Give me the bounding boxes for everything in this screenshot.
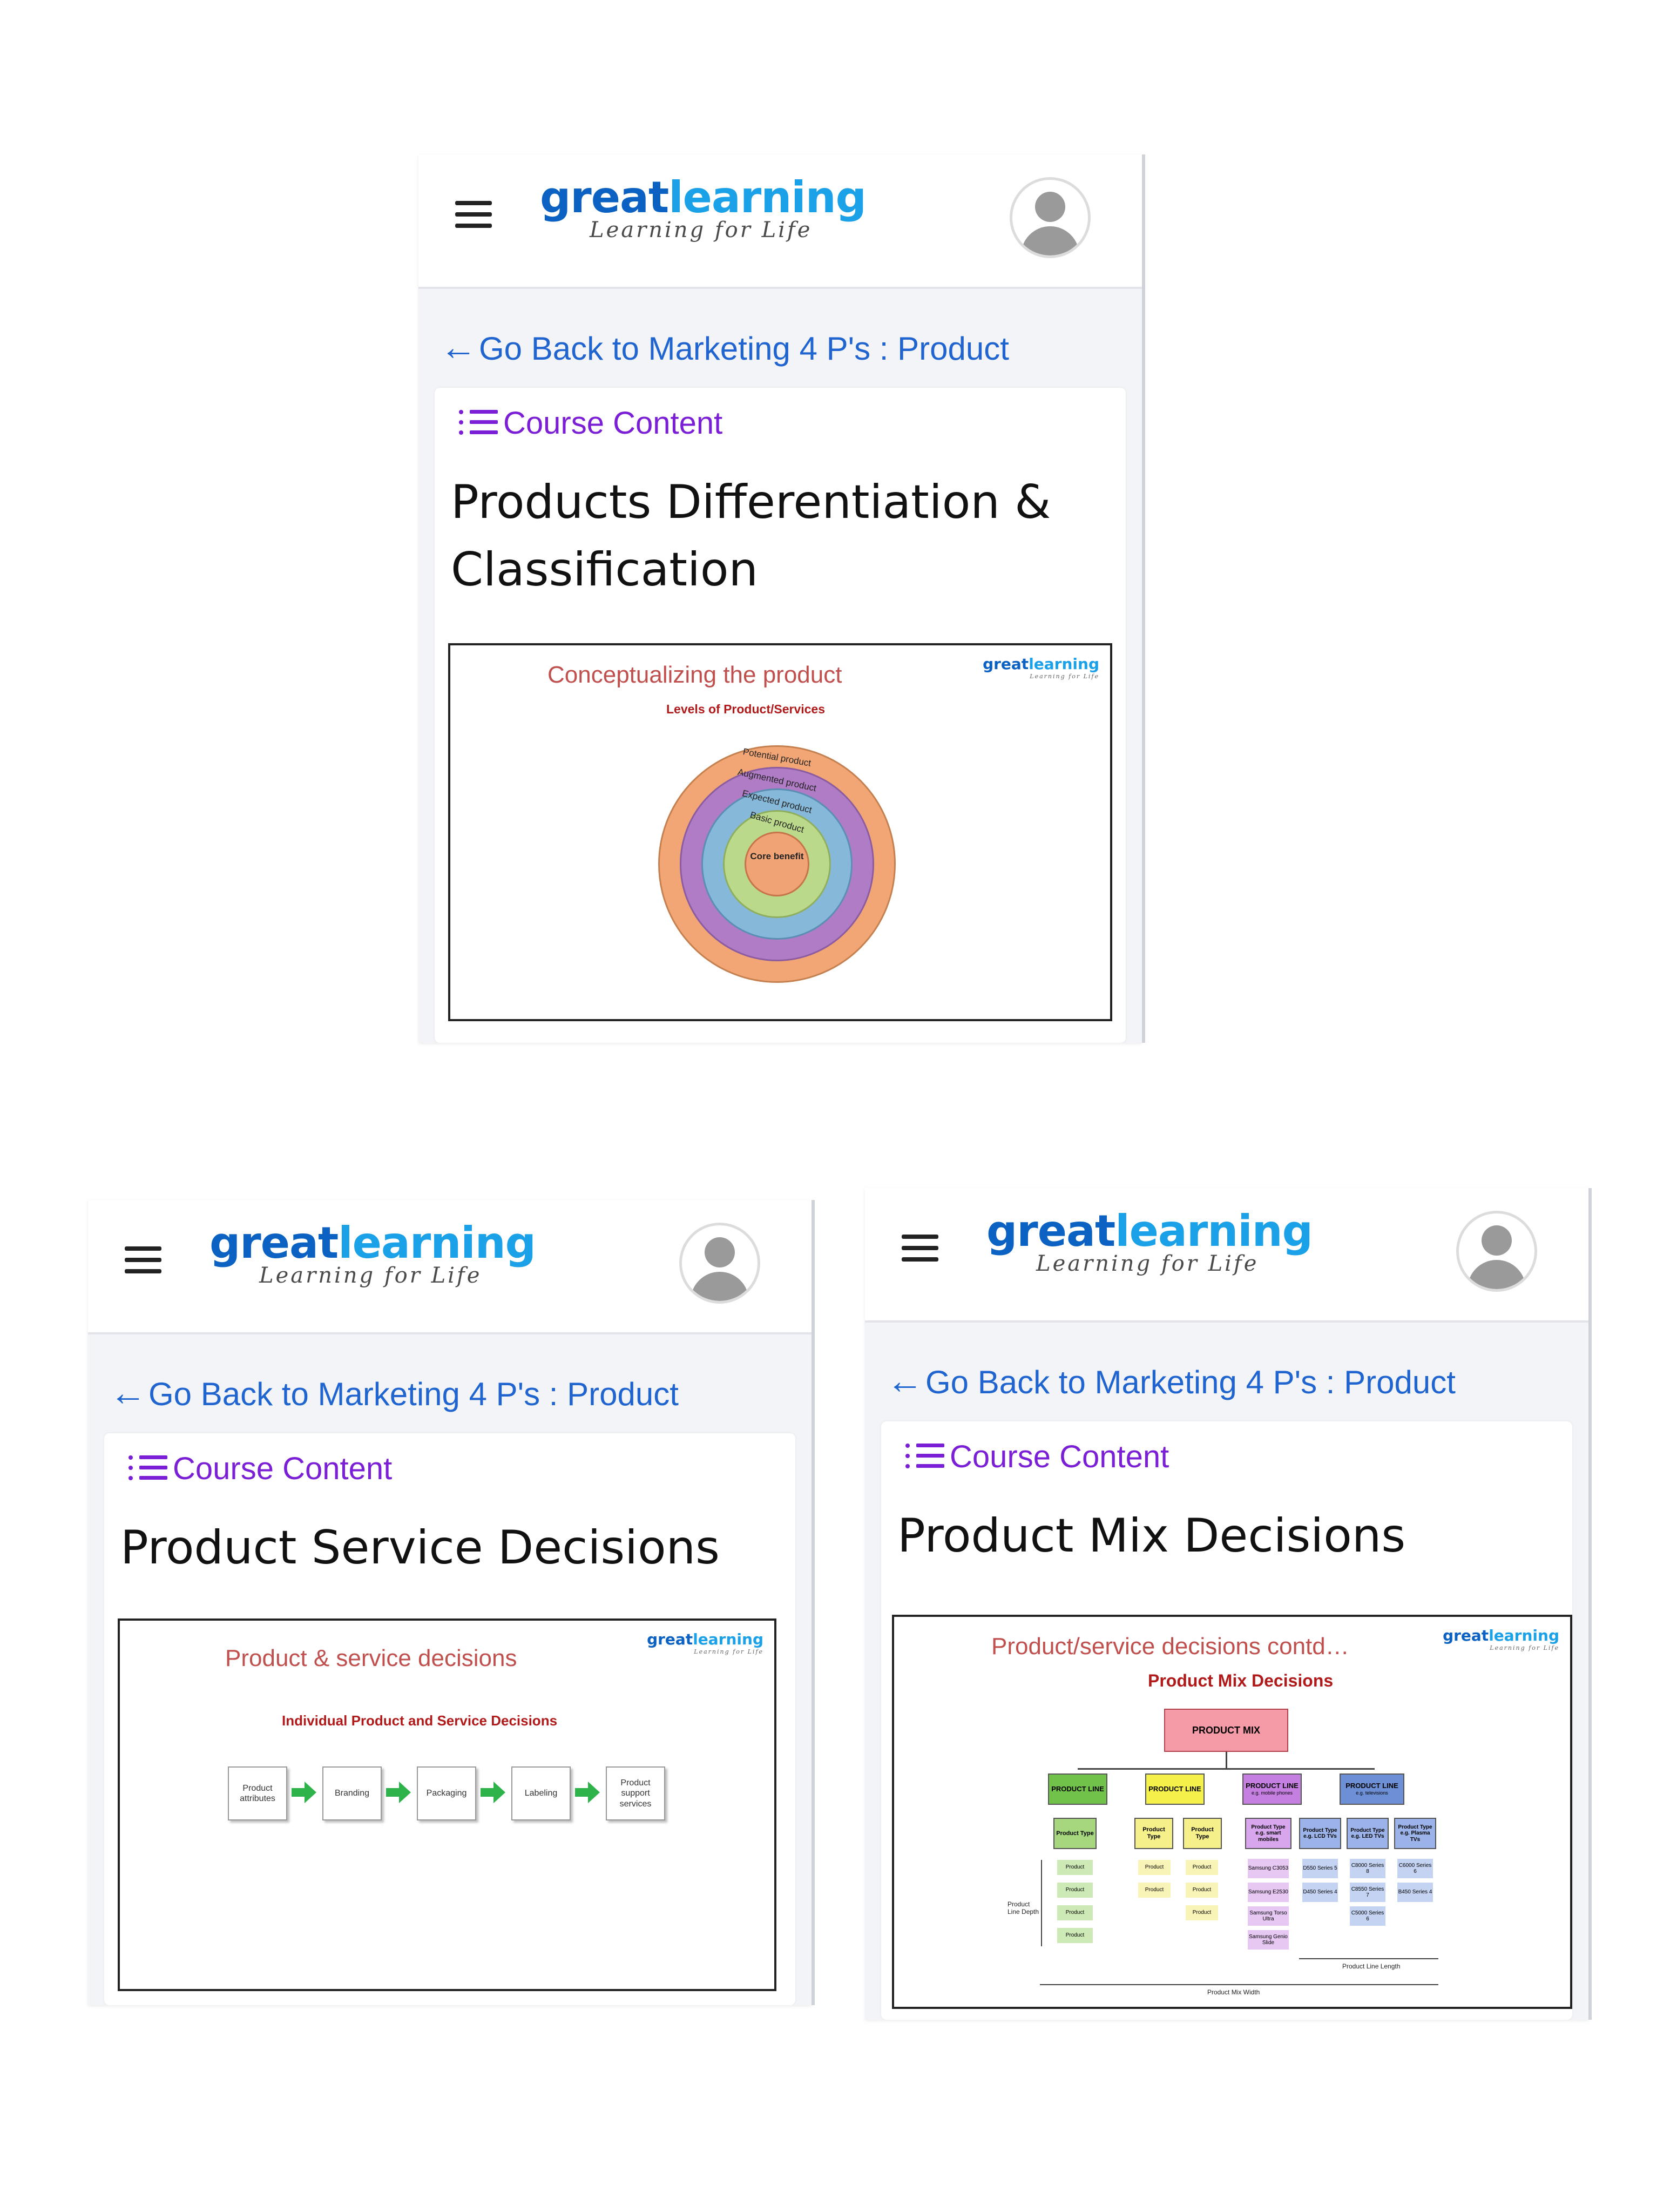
- slide-logo: greatlearning Learning for Life: [647, 1630, 763, 1655]
- back-link-label: Go Back to Marketing 4 P's : Product: [479, 331, 1009, 367]
- arrow-right-icon: [292, 1782, 316, 1803]
- width-label: Product Mix Width: [1207, 1988, 1260, 1996]
- product-item: C5000 Series 6: [1350, 1906, 1385, 1926]
- slide-image: greatlearning Learning for Life Product/…: [892, 1615, 1572, 2009]
- back-link[interactable]: ←Go Back to Marketing 4 P's : Product: [110, 1372, 679, 1414]
- arrow-left-icon: ←: [440, 327, 477, 368]
- user-avatar-icon[interactable]: [1010, 177, 1091, 258]
- top-navbar: greatlearning Learning for Life: [865, 1188, 1588, 1323]
- depth-label: Product Line Depth: [1007, 1900, 1039, 1916]
- product-type-box: Product Type: [1183, 1818, 1222, 1849]
- product-item: Product: [1138, 1860, 1171, 1875]
- product-item: D450 Series 4: [1302, 1883, 1338, 1902]
- product-item: Product: [1057, 1928, 1093, 1943]
- hamburger-menu-icon[interactable]: [902, 1233, 938, 1263]
- product-item: Samsung C3053: [1248, 1859, 1289, 1878]
- back-link[interactable]: ←Go Back to Marketing 4 P's : Product: [887, 1360, 1456, 1402]
- greatlearning-logo[interactable]: greatlearning Learning for Life: [209, 1222, 544, 1292]
- product-type-box: Product Type e.g. smart mobiles: [1245, 1818, 1291, 1849]
- product-item: Samsung Torso Ultra: [1248, 1906, 1289, 1926]
- product-mix-box: PRODUCT MIX: [1164, 1709, 1288, 1752]
- product-item: Samsung Genio Slide: [1248, 1930, 1289, 1950]
- lesson-title: Product Mix Decisions: [897, 1509, 1406, 1563]
- slide-title: Product/service decisions contd…: [991, 1633, 1349, 1660]
- arrow-left-icon: ←: [887, 1360, 923, 1401]
- slide-logo: greatlearning Learning for Life: [1443, 1627, 1559, 1651]
- product-line-box: PRODUCT LINE: [1048, 1773, 1107, 1805]
- product-item: Samsung E2530: [1248, 1883, 1289, 1902]
- course-content-button[interactable]: Course Content: [905, 1439, 1169, 1475]
- product-item: Product: [1057, 1883, 1093, 1898]
- width-bracket: [1040, 1984, 1438, 1985]
- arrow-right-icon: [575, 1782, 600, 1803]
- user-avatar-icon[interactable]: [679, 1223, 760, 1304]
- user-avatar-icon[interactable]: [1456, 1211, 1537, 1292]
- screenshot-product-service-decisions: greatlearning Learning for Life ←Go Back…: [88, 1200, 812, 2005]
- core-benefit-label: Core benefit: [750, 851, 804, 861]
- slide-title: Conceptualizing the product: [547, 662, 842, 688]
- product-item: Product: [1057, 1905, 1093, 1920]
- hamburger-menu-icon[interactable]: [455, 200, 492, 229]
- back-link[interactable]: ←Go Back to Marketing 4 P's : Product: [440, 326, 1009, 368]
- slide-image: greatlearning Learning for Life Conceptu…: [448, 643, 1112, 1021]
- depth-bracket: [1041, 1860, 1042, 1946]
- screenshot-products-differentiation: greatlearning Learning for Life ←Go Back…: [418, 154, 1142, 1043]
- greatlearning-logo[interactable]: greatlearning Learning for Life: [540, 176, 875, 246]
- back-link-label: Go Back to Marketing 4 P's : Product: [925, 1364, 1456, 1400]
- product-type-box: Product Type e.g. LCD TVs: [1299, 1818, 1341, 1849]
- step-product-support-services: Product support services: [606, 1766, 665, 1820]
- step-product-attributes: Product attributes: [228, 1766, 287, 1820]
- slide-subtitle: Product Mix Decisions: [1148, 1671, 1334, 1690]
- product-type-box: Product Type e.g. LED TVs: [1347, 1818, 1389, 1849]
- slide-subtitle: Individual Product and Service Decisions: [282, 1712, 558, 1729]
- length-bracket: [1299, 1958, 1438, 1959]
- product-type-box: Product Type: [1134, 1818, 1173, 1849]
- product-line-box: PRODUCT LINE: [1145, 1773, 1205, 1805]
- back-link-label: Go Back to Marketing 4 P's : Product: [148, 1376, 679, 1412]
- connector-line: [1078, 1768, 1375, 1770]
- product-type-box: Product Type: [1053, 1818, 1097, 1849]
- top-navbar: greatlearning Learning for Life: [88, 1200, 812, 1334]
- product-item: Product: [1186, 1860, 1218, 1875]
- product-item: Product: [1186, 1905, 1218, 1920]
- list-icon: [905, 1442, 944, 1469]
- screenshot-product-mix-decisions: greatlearning Learning for Life ←Go Back…: [865, 1188, 1588, 2020]
- lesson-title: Product Service Decisions: [120, 1521, 720, 1575]
- greatlearning-logo[interactable]: greatlearning Learning for Life: [986, 1210, 1321, 1280]
- ring-core-benefit: [745, 832, 809, 896]
- step-packaging: Packaging: [417, 1766, 476, 1820]
- arrow-left-icon: ←: [110, 1372, 146, 1413]
- product-item: Product: [1057, 1860, 1093, 1875]
- arrow-right-icon: [481, 1782, 505, 1803]
- product-line-box: PRODUCT LINE e.g. televisions: [1340, 1773, 1404, 1805]
- slide-subtitle: Levels of Product/Services: [666, 702, 826, 716]
- slide-logo: greatlearning Learning for Life: [983, 655, 1099, 680]
- product-item: C6000 Series 6: [1397, 1859, 1433, 1878]
- top-navbar: greatlearning Learning for Life: [418, 154, 1142, 289]
- connector-line: [1226, 1752, 1227, 1768]
- product-item: Product: [1138, 1883, 1171, 1898]
- product-item: D550 Series 5: [1302, 1859, 1338, 1878]
- product-item: B450 Series 4: [1397, 1883, 1433, 1902]
- arrow-right-icon: [386, 1782, 411, 1803]
- step-labeling: Labeling: [511, 1766, 571, 1820]
- step-branding: Branding: [322, 1766, 382, 1820]
- product-item: C8000 Series 8: [1350, 1859, 1385, 1878]
- slide-image: greatlearning Learning for Life Product …: [118, 1618, 776, 1991]
- product-item: Product: [1186, 1883, 1218, 1898]
- list-icon: [459, 409, 498, 436]
- course-content-button[interactable]: Course Content: [459, 405, 722, 441]
- product-type-box: Product Type e.g. Plasma TVs: [1394, 1818, 1436, 1849]
- length-label: Product Line Length: [1342, 1963, 1401, 1970]
- product-item: C8550 Series 7: [1350, 1883, 1385, 1902]
- product-line-box: PRODUCT LINE e.g. mobile phones: [1242, 1773, 1302, 1805]
- lesson-title: Products Differentiation & Classificatio…: [451, 475, 1051, 597]
- list-icon: [129, 1454, 167, 1481]
- hamburger-menu-icon[interactable]: [125, 1245, 161, 1274]
- course-content-button[interactable]: Course Content: [129, 1451, 392, 1487]
- slide-title: Product & service decisions: [225, 1645, 517, 1671]
